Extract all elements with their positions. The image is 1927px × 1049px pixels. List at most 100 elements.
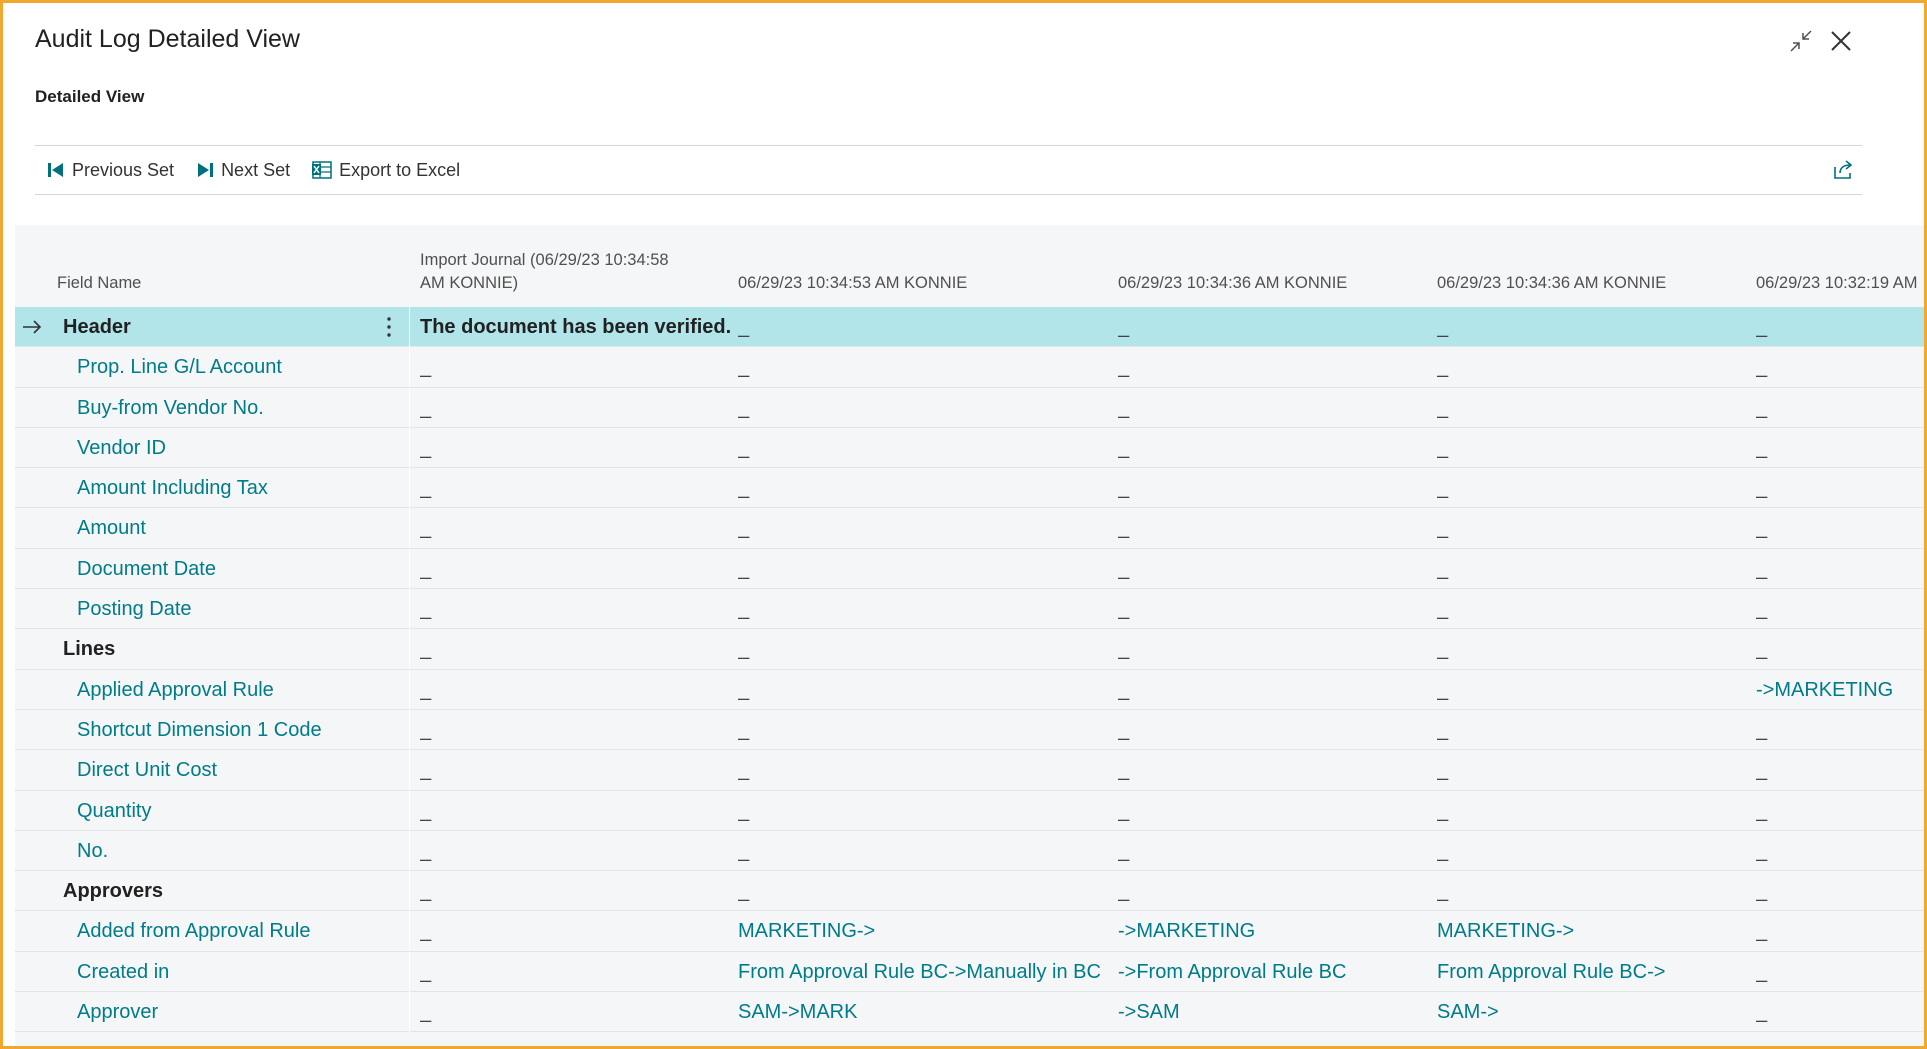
field-name-cell[interactable]: Amount	[15, 508, 410, 549]
column-header-entry-2[interactable]: 06/29/23 10:34:36 AM KONNIE	[1118, 272, 1347, 295]
value-cell: _	[1118, 718, 1130, 741]
field-name-cell[interactable]: Applied Approval Rule	[15, 669, 410, 710]
value-cell: _	[420, 356, 432, 379]
value-cell: The document has been verified.	[420, 316, 732, 338]
value-cell: _	[738, 880, 750, 903]
table-row[interactable]: Applied Approval Rule _ _ _ _ ->MARKETING	[15, 669, 1924, 710]
value-cell: _	[1437, 678, 1449, 701]
table-row[interactable]: Document Date _ _ _ _ _	[15, 548, 1924, 590]
export-to-excel-button[interactable]: Export to Excel	[312, 160, 460, 181]
field-name-cell[interactable]: Posting Date	[15, 589, 410, 630]
value-cell: _	[1437, 557, 1449, 580]
value-cell: _	[420, 638, 432, 661]
column-header-import-journal[interactable]: Import Journal (06/29/23 10:34:58 AM KON…	[420, 249, 669, 295]
value-cell: _	[1756, 638, 1768, 661]
value-cell: _	[420, 517, 432, 540]
value-cell: _	[738, 436, 750, 459]
table-row[interactable]: Posting Date _ _ _ _ _	[15, 589, 1924, 630]
field-name-cell[interactable]: Quantity	[15, 790, 410, 831]
column-header-entry-1[interactable]: 06/29/23 10:34:53 AM KONNIE	[738, 272, 967, 295]
column-header-entry-4[interactable]: 06/29/23 10:32:19 AM	[1756, 272, 1917, 295]
value-cell: _	[1756, 1001, 1768, 1024]
table-row[interactable]: Added from Approval Rule _ MARKETING-> ->MA…	[15, 911, 1924, 952]
value-cell: _	[1756, 396, 1768, 419]
field-name-cell[interactable]: Direct Unit Cost	[15, 750, 410, 791]
value-cell: _	[1437, 396, 1449, 419]
value-cell: _	[738, 316, 750, 338]
table-row[interactable]: Quantity _ _ _ _ _	[15, 790, 1924, 831]
more-vertical-icon[interactable]	[385, 315, 393, 344]
previous-set-button[interactable]: Previous Set	[47, 160, 174, 181]
previous-set-label: Previous Set	[72, 159, 175, 180]
table-row[interactable]: Header The document has been verified. _ _ _…	[15, 307, 1924, 348]
value-cell: _	[1118, 799, 1130, 822]
table-row[interactable]: Approver _ SAM->MARK ->SAM SAM-> _	[15, 992, 1924, 1033]
field-name-cell[interactable]: Document Date	[15, 548, 410, 589]
value-cell: _	[1437, 436, 1449, 459]
collapse-icon[interactable]	[1789, 29, 1815, 55]
value-cell: _	[420, 759, 432, 782]
column-header-field-name[interactable]: Field Name	[57, 272, 141, 295]
value-cell: _	[738, 557, 750, 580]
value-cell: _	[1118, 557, 1130, 580]
value-cell: _	[1756, 517, 1768, 540]
field-name-cell[interactable]: Created in	[15, 951, 410, 992]
table-row[interactable]: Buy-from Vendor No. _ _ _ _ _	[15, 387, 1924, 428]
field-name-cell[interactable]: Added from Approval Rule	[15, 911, 410, 952]
value-cell: _	[738, 759, 750, 782]
group-name-cell[interactable]: Header	[15, 307, 410, 347]
field-name-cell[interactable]: Approver	[15, 992, 410, 1033]
value-cell: _	[420, 436, 432, 459]
column-header-entry-3[interactable]: 06/29/23 10:34:36 AM KONNIE	[1437, 272, 1666, 295]
table-row[interactable]: No. _ _ _ _ _	[15, 830, 1924, 872]
value-cell: _	[1437, 517, 1449, 540]
value-cell: _	[420, 718, 432, 741]
group-name-cell[interactable]: Lines	[15, 629, 410, 670]
group-name-cell[interactable]: Approvers	[15, 871, 410, 912]
close-icon[interactable]	[1829, 29, 1855, 55]
table-row[interactable]: Amount Including Tax _ _ _ _ _	[15, 468, 1924, 509]
value-cell: _	[738, 517, 750, 540]
field-name-cell[interactable]: Vendor ID	[15, 427, 410, 468]
value-cell: _	[1118, 880, 1130, 903]
value-cell: _	[1756, 436, 1768, 459]
value-cell: _	[1756, 960, 1768, 983]
table-row[interactable]: Created in _ From Approval Rule BC->Manual…	[15, 951, 1924, 993]
share-icon[interactable]	[1832, 159, 1854, 186]
value-cell: _	[1437, 598, 1449, 621]
table-row[interactable]: Shortcut Dimension 1 Code _ _ _ _ _	[15, 709, 1924, 751]
table-row[interactable]: Approvers _ _ _ _ _	[15, 871, 1924, 912]
value-cell: From Approval Rule BC->Manually in BC	[738, 960, 1101, 983]
field-name-cell[interactable]: Buy-from Vendor No.	[15, 387, 410, 428]
value-cell: _	[1756, 316, 1768, 338]
table-row[interactable]: Direct Unit Cost _ _ _ _ _	[15, 750, 1924, 791]
value-cell: _	[1756, 920, 1768, 943]
value-cell: _	[420, 396, 432, 419]
export-to-excel-label: Export to Excel	[339, 159, 461, 180]
field-name-cell[interactable]: Prop. Line G/L Account	[15, 347, 410, 388]
value-cell: _	[420, 880, 432, 903]
value-cell: _	[1437, 880, 1449, 903]
value-cell: _	[420, 960, 432, 983]
field-name-cell[interactable]: Shortcut Dimension 1 Code	[15, 709, 410, 750]
value-cell: _	[420, 920, 432, 943]
value-cell: ->SAM	[1118, 1001, 1180, 1024]
field-name-cell[interactable]: Amount Including Tax	[15, 468, 410, 509]
value-cell: _	[738, 678, 750, 701]
dialog-title: Audit Log Detailed View	[35, 25, 300, 53]
table-row[interactable]: Amount _ _ _ _ _	[15, 508, 1924, 549]
value-cell: MARKETING->	[1437, 920, 1575, 943]
value-cell: _	[420, 799, 432, 822]
next-set-icon	[196, 161, 214, 179]
value-cell: _	[1437, 718, 1449, 741]
table-row[interactable]: Vendor ID _ _ _ _ _	[15, 427, 1924, 469]
table-row[interactable]: Prop. Line G/L Account _ _ _ _ _	[15, 347, 1924, 388]
value-cell: SAM->	[1437, 1001, 1499, 1024]
value-cell: _	[1118, 436, 1130, 459]
table-row[interactable]: Lines _ _ _ _ _	[15, 629, 1924, 670]
next-set-button[interactable]: Next Set	[196, 160, 290, 181]
previous-set-icon	[47, 161, 65, 179]
value-cell: _	[1437, 477, 1449, 500]
value-cell: _	[1118, 517, 1130, 540]
field-name-cell[interactable]: No.	[15, 830, 410, 871]
